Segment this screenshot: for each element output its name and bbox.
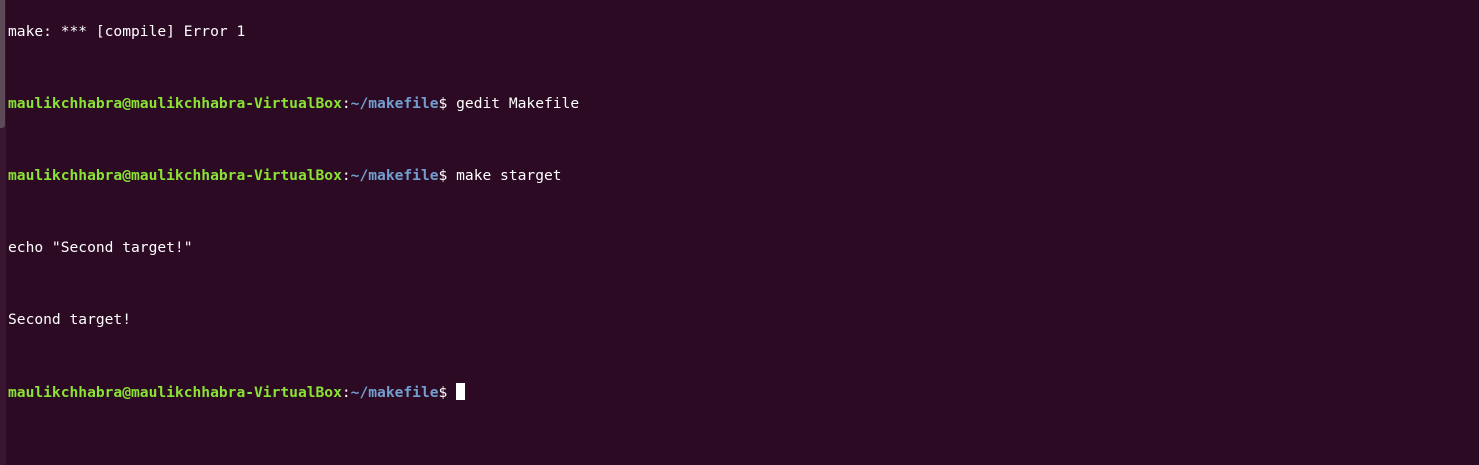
prompt-dollar: $ xyxy=(438,384,457,401)
prompt-colon: : xyxy=(341,384,351,401)
terminal-window[interactable]: make: *** [compile] Error 1 maulikchhabr… xyxy=(0,0,1479,465)
command-text: gedit Makefile xyxy=(456,95,580,112)
active-prompt-line[interactable]: maulikchhabra@maulikchhabra-VirtualBox:~… xyxy=(8,383,1479,401)
prompt-dollar: $ xyxy=(438,167,457,184)
scrollbar-thumb[interactable] xyxy=(0,0,5,128)
prompt-path: ~/makefile xyxy=(350,95,439,112)
prompt-dollar: $ xyxy=(438,95,457,112)
command-text: make starget xyxy=(456,167,562,184)
prompt-colon: : xyxy=(341,95,351,112)
prompt-path: ~/makefile xyxy=(350,384,439,401)
prompt-line: maulikchhabra@maulikchhabra-VirtualBox:~… xyxy=(8,167,1479,185)
prompt-path: ~/makefile xyxy=(350,167,439,184)
text-cursor xyxy=(456,383,466,400)
prompt-colon: : xyxy=(341,167,351,184)
terminal-output: make: *** [compile] Error 1 maulikchhabr… xyxy=(8,0,1479,437)
output-line: Second target! xyxy=(8,311,132,328)
scrollbar-track[interactable] xyxy=(0,0,6,465)
output-line: echo "Second target!" xyxy=(8,239,193,256)
prompt-user-host: maulikchhabra@maulikchhabra-VirtualBox xyxy=(8,384,342,401)
prompt-user-host: maulikchhabra@maulikchhabra-VirtualBox xyxy=(8,95,342,112)
prompt-line: maulikchhabra@maulikchhabra-VirtualBox:~… xyxy=(8,95,1479,113)
prompt-user-host: maulikchhabra@maulikchhabra-VirtualBox xyxy=(8,167,342,184)
output-line-partial: make: *** [compile] Error 1 xyxy=(8,23,246,40)
